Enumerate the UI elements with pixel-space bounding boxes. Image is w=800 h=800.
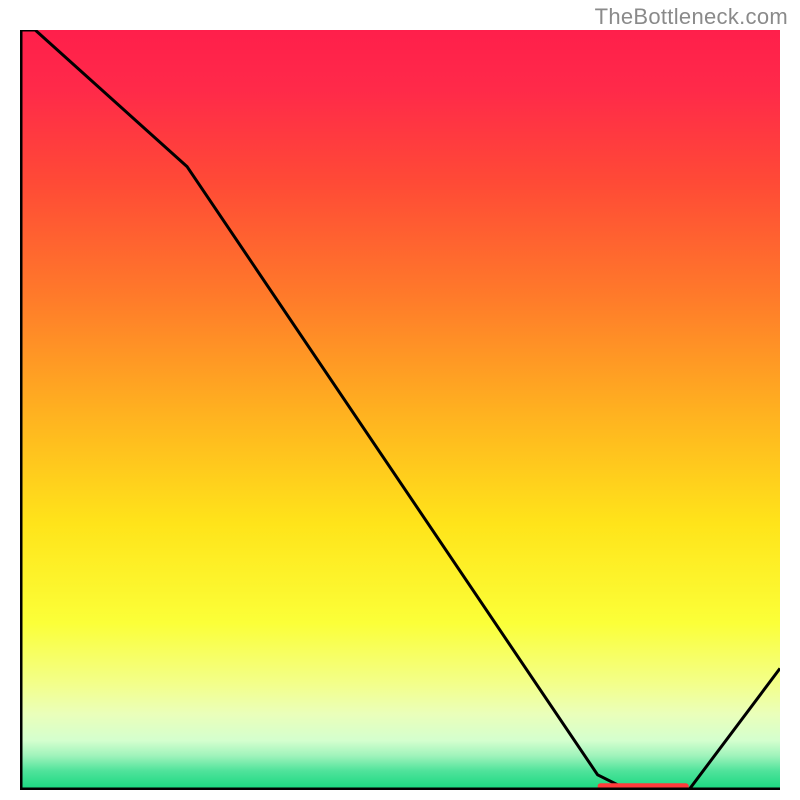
chart-plot (20, 30, 780, 790)
chart-container: TheBottleneck.com (0, 0, 800, 800)
chart-svg (20, 30, 780, 790)
attribution-label: TheBottleneck.com (595, 4, 788, 30)
gradient-background (20, 30, 780, 790)
